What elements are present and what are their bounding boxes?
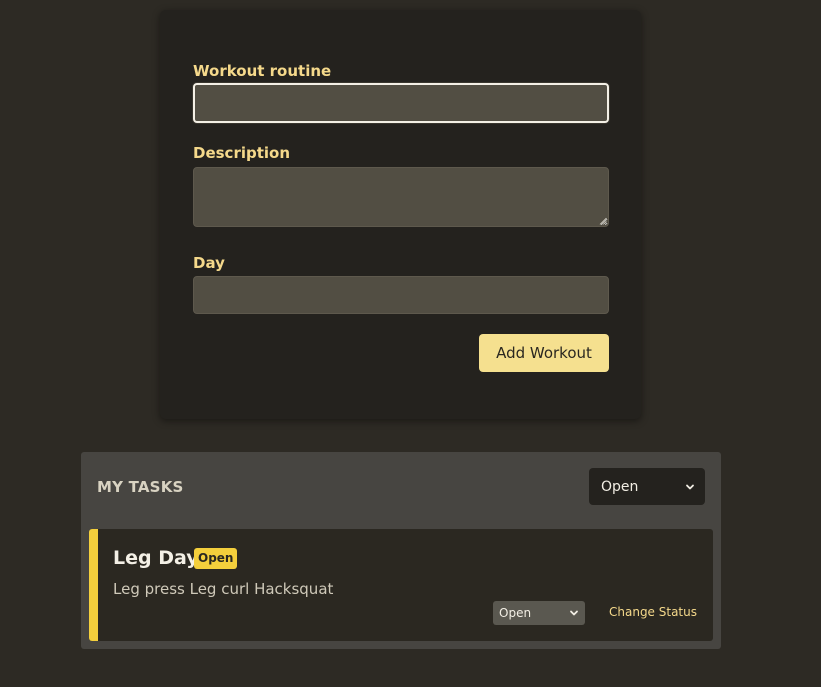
description-label: Description	[193, 144, 291, 162]
description-input[interactable]	[193, 167, 609, 227]
add-workout-button[interactable]: Add Workout	[479, 334, 609, 372]
description-field-wrapper	[193, 167, 609, 227]
workout-form: Workout routine Description Day Add Work…	[160, 10, 641, 419]
task-status-value: Open	[499, 606, 532, 620]
task-filter-value: Open	[601, 478, 639, 495]
day-input[interactable]	[193, 276, 609, 314]
task-name: Leg Day	[113, 547, 199, 569]
task-card: Leg Day Open Leg press Leg curl Hacksqua…	[89, 529, 713, 641]
day-label: Day	[193, 254, 225, 272]
task-status-select[interactable]: Open	[493, 601, 585, 625]
tasks-title: MY TASKS	[97, 478, 184, 496]
task-description: Leg press Leg curl Hacksquat	[113, 580, 334, 598]
change-status-link[interactable]: Change Status	[609, 605, 697, 619]
tasks-panel: MY TASKS Open Leg Day Open Leg press Leg…	[81, 452, 721, 649]
status-badge: Open	[194, 548, 238, 569]
workout-routine-label: Workout routine	[193, 62, 332, 80]
chevron-down-icon	[570, 610, 578, 616]
chevron-down-icon	[686, 484, 694, 489]
task-filter-select[interactable]: Open	[589, 468, 705, 505]
task-accent-bar	[89, 529, 98, 641]
workout-routine-input[interactable]	[193, 83, 609, 123]
